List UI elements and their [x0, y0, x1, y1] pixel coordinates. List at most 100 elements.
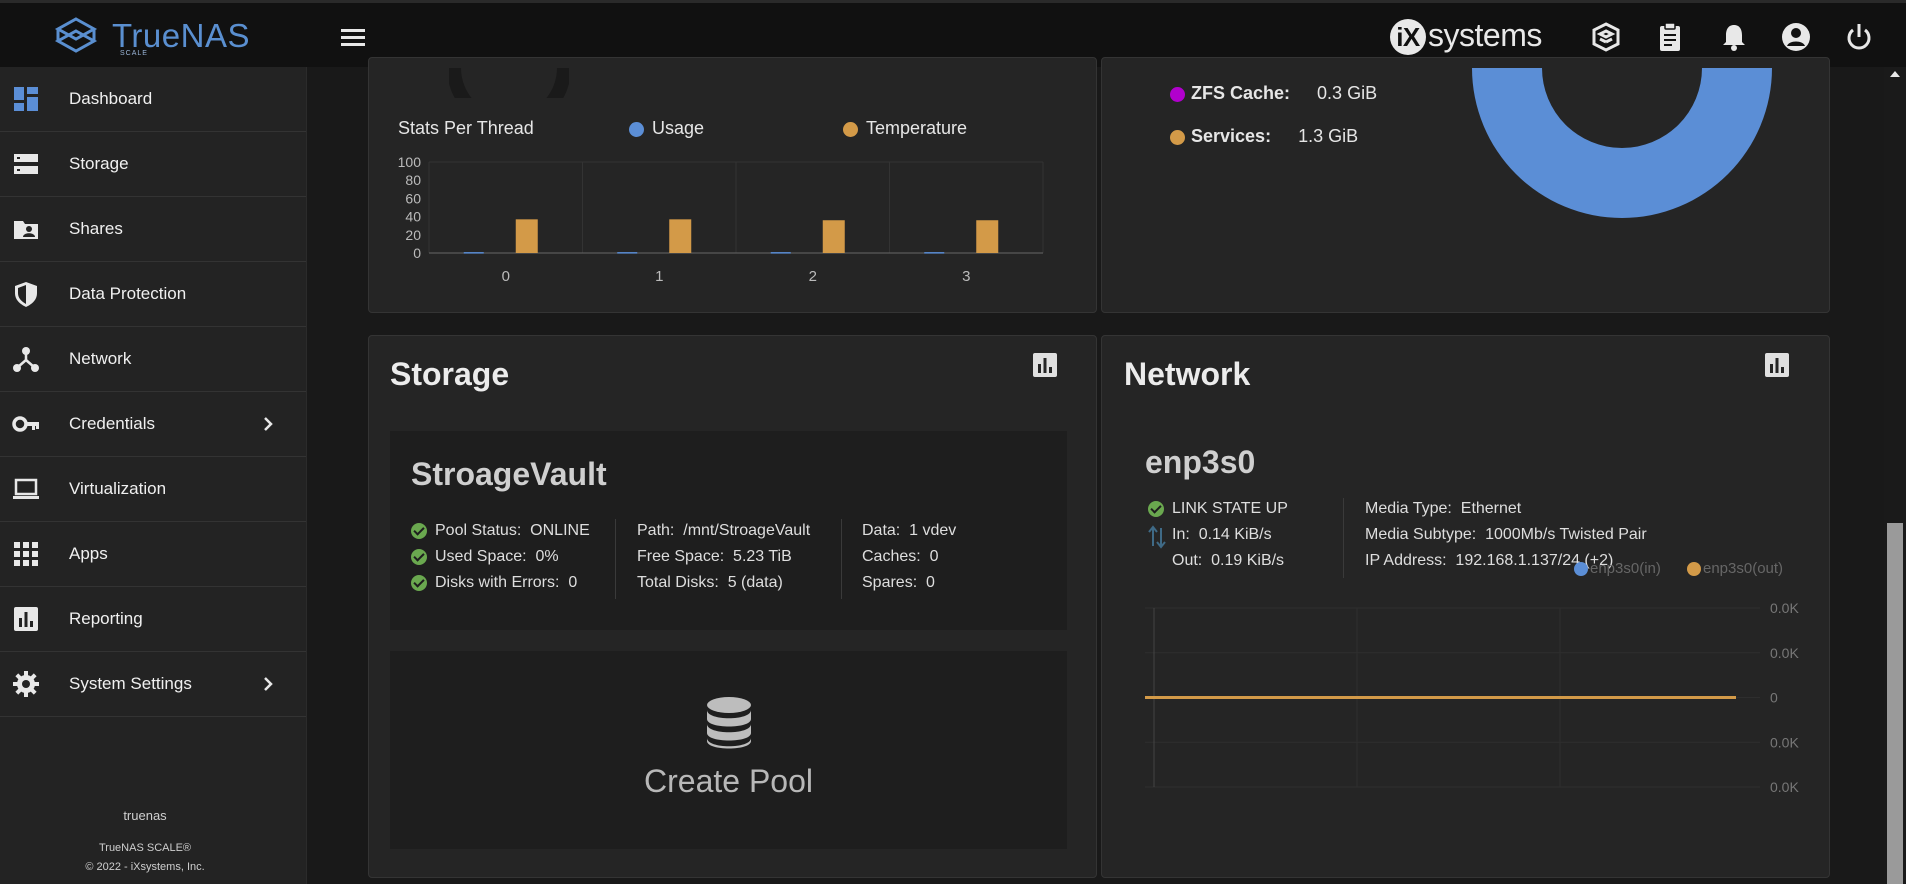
laptop-icon	[13, 478, 39, 499]
truecommand-icon	[1592, 22, 1620, 52]
sidebar-item-label: Storage	[69, 154, 129, 173]
y-tick-label: 80	[405, 172, 421, 188]
stats-per-thread-chart: 100 80 60 40 20 0 0 1 2 3	[398, 154, 1044, 285]
sidebar-item-label: Shares	[69, 219, 123, 238]
total-disks-value: 5 (data)	[727, 574, 783, 591]
power-icon	[1847, 24, 1871, 50]
media-type-label: Media Type:	[1365, 500, 1452, 517]
network-reports-button[interactable]	[1764, 352, 1790, 378]
pool-card-stroagevault[interactable]: StroageVault Pool Status: ONLINE Used Sp…	[390, 431, 1067, 630]
account-button[interactable]	[1780, 21, 1812, 53]
database-icon	[707, 697, 751, 749]
caches-label: Caches:	[862, 548, 921, 565]
sidebar-item-label: Dashboard	[69, 89, 153, 108]
storage-reports-button[interactable]	[1032, 352, 1058, 378]
zfs-cache-dot	[1170, 86, 1185, 102]
network-card-title: Network	[1124, 356, 1251, 392]
legend-out-dot	[1687, 562, 1701, 577]
y-tick-label: 0.0K	[1770, 600, 1799, 616]
temperature-bar	[976, 220, 999, 253]
pool-status-column: Pool Status: ONLINE Used Space: 0% Disks…	[411, 518, 590, 596]
caches-value: 0	[929, 548, 939, 565]
temperature-bar	[515, 219, 538, 253]
usage-bar	[924, 252, 945, 254]
sidebar-item-shares[interactable]: Shares	[0, 197, 306, 262]
spares-value: 0	[926, 574, 935, 591]
memory-donut-chart	[1472, 68, 1772, 218]
legend-usage-label: Usage	[652, 118, 705, 138]
data-value: 1 vdev	[909, 522, 957, 539]
sidebar-item-credentials[interactable]: Credentials	[0, 392, 306, 457]
spares-row: Spares: 0	[862, 570, 956, 596]
truenas-logo[interactable]: TrueNAS SCALE	[48, 15, 250, 57]
path-row: Path: /mnt/StroageVault	[637, 518, 810, 544]
chevron-right-icon	[264, 677, 273, 691]
storage-icon	[14, 154, 38, 174]
menu-toggle-button[interactable]	[340, 27, 366, 52]
cpu-gauge-arc	[449, 68, 569, 98]
hamburger-icon	[341, 29, 365, 46]
usage-bar	[770, 252, 791, 254]
sidebar-item-virtualization[interactable]: Virtualization	[0, 457, 306, 522]
account-circle-icon	[1782, 23, 1810, 51]
temperature-bar	[822, 220, 845, 253]
check-circle-icon	[411, 548, 427, 565]
legend-out: enp3s0(out)	[1687, 560, 1783, 577]
divider	[615, 519, 616, 599]
sidebar-item-apps[interactable]: Apps	[0, 522, 306, 587]
sidebar-item-label: Data Protection	[69, 284, 187, 303]
pool-status-label: Pool Status:	[435, 522, 522, 539]
pool-status-row: Pool Status: ONLINE	[411, 518, 590, 544]
sidebar-item-dashboard[interactable]: Dashboard	[0, 67, 306, 132]
in-value: 0.14 KiB/s	[1198, 526, 1272, 543]
check-circle-icon	[411, 522, 427, 539]
data-label: Data:	[862, 522, 901, 539]
data-row: Data: 1 vdev	[862, 518, 956, 544]
y-tick-label: 0.0K	[1770, 645, 1799, 661]
create-pool-button[interactable]: Create Pool	[390, 651, 1067, 849]
ixsystems-logo[interactable]: iX systems	[1390, 17, 1542, 55]
scrollbar-thumb[interactable]	[1887, 523, 1903, 884]
link-state: LINK STATE UP	[1172, 500, 1288, 517]
gear-icon	[13, 671, 39, 697]
chevron-right-icon	[264, 417, 273, 431]
sidebar: Dashboard Storage Shares Data Protection…	[0, 67, 307, 884]
product-name: TrueNAS SCALE®	[98, 842, 192, 854]
sidebar-item-storage[interactable]: Storage	[0, 132, 306, 197]
power-button[interactable]	[1843, 21, 1875, 53]
total-disks-row: Total Disks: 5 (data)	[637, 570, 810, 596]
create-pool-label: Create Pool	[644, 763, 813, 799]
out-label: Out:	[1172, 552, 1203, 569]
path-label: Path:	[637, 522, 675, 539]
notifications-button[interactable]	[1718, 21, 1750, 53]
jobs-button[interactable]	[1654, 21, 1686, 53]
y-tick-label: 0.0K	[1770, 734, 1799, 750]
x-tick-label: 3	[962, 268, 970, 285]
network-traffic-chart: 0.0K0.0K00.0K0.0K03:5804:1804:38	[1145, 600, 1799, 795]
services-dot	[1170, 129, 1185, 145]
zfs-cache-value: 0.3 GiB	[1317, 83, 1378, 103]
interface-name: enp3s0	[1145, 444, 1256, 480]
sidebar-item-label: Virtualization	[69, 479, 167, 498]
legend-in-label: enp3s0(in)	[1590, 560, 1661, 577]
usage-bar	[463, 252, 484, 254]
sidebar-item-system-settings[interactable]: System Settings	[0, 652, 306, 717]
cpu-widget: Stats Per Thread Usage Temperature 100 80…	[368, 57, 1097, 313]
dashboard-icon	[14, 87, 38, 111]
sidebar-item-reporting[interactable]: Reporting	[0, 587, 306, 652]
y-tick-label: 100	[398, 154, 422, 170]
truecommand-button[interactable]	[1590, 21, 1622, 53]
media-subtype-value: 1000Mb/s Twisted Pair	[1485, 526, 1647, 543]
truenas-logo-icon	[54, 17, 98, 53]
zfs-cache-row: ZFS Cache: 0.3 GiB	[1170, 83, 1377, 104]
sidebar-item-network[interactable]: Network	[0, 327, 306, 392]
used-space-row: Used Space: 0%	[411, 544, 590, 570]
media-type-value: Ethernet	[1460, 500, 1522, 517]
bar-chart-icon	[14, 607, 38, 631]
legend-temperature-dot	[843, 121, 858, 137]
sidebar-item-data-protection[interactable]: Data Protection	[0, 262, 306, 327]
bar-chart-icon	[1033, 353, 1057, 377]
sidebar-item-label: Apps	[69, 544, 108, 563]
vdev-column: Data: 1 vdev Caches: 0 Spares: 0	[862, 518, 956, 596]
legend-in: enp3s0(in)	[1574, 560, 1661, 577]
